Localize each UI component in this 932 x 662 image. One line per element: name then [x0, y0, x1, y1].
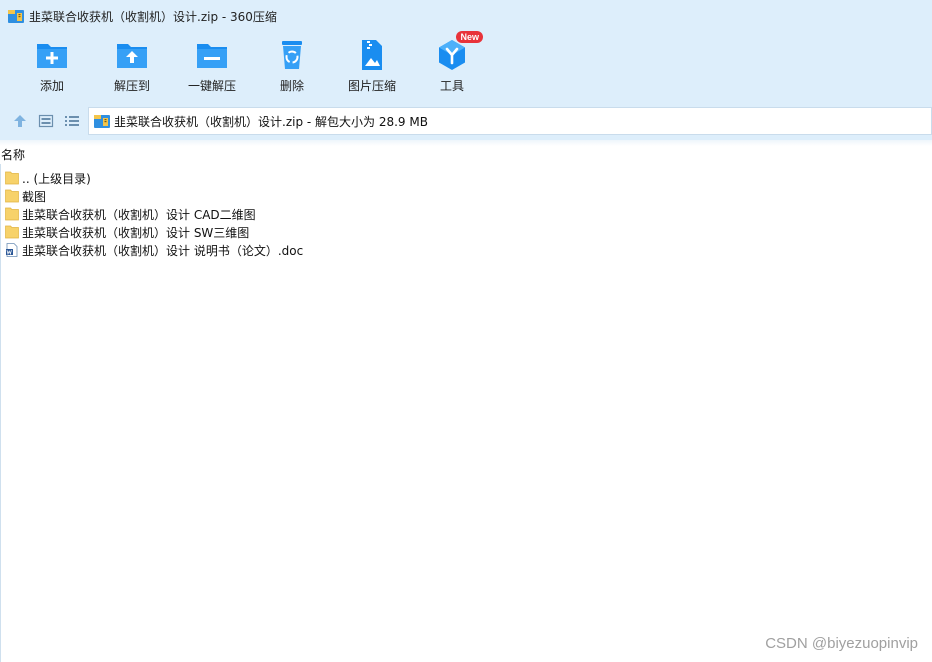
list-item-parent-dir[interactable]: .. (上级目录)	[0, 169, 932, 187]
address-text: 韭菜联合收获机（收割机）设计.zip - 解包大小为 28.9 MB	[114, 114, 428, 129]
image-compress-button[interactable]: 图片压缩	[332, 38, 412, 98]
list-item-sw-folder[interactable]: 韭菜联合收获机（收割机）设计 SW三维图	[0, 223, 932, 241]
extract-to-button[interactable]: 解压到	[92, 38, 172, 98]
word-document-icon	[6, 243, 18, 257]
archive-file-icon	[94, 115, 110, 128]
watermark: CSDN @biyezuopinvip	[765, 635, 918, 652]
extract-to-icon	[117, 44, 147, 68]
folder-icon	[5, 189, 19, 203]
image-compress-label: 图片压缩	[347, 79, 396, 93]
item-name: 韭菜联合收获机（收割机）设计 说明书（论文）.doc	[22, 243, 304, 258]
new-badge: New	[456, 31, 483, 43]
toolbar: 添加 解压到 一键解压 删除 图片压缩 New 工具	[0, 31, 932, 104]
one-click-extract-label: 一键解压	[187, 79, 236, 93]
item-name: 韭菜联合收获机（收割机）设计 SW三维图	[22, 225, 250, 240]
trash-icon	[282, 41, 302, 69]
list-item-doc[interactable]: 韭菜联合收获机（收割机）设计 说明书（论文）.doc	[0, 241, 932, 259]
title-bar: 韭菜联合收获机（收割机）设计.zip - 360压缩	[0, 0, 932, 32]
tools-button[interactable]: New 工具	[412, 31, 492, 98]
delete-label: 删除	[279, 79, 304, 93]
image-compress-icon	[362, 40, 382, 70]
delete-button[interactable]: 删除	[252, 38, 332, 98]
item-name: 韭菜联合收获机（收割机）设计 CAD二维图	[22, 207, 256, 222]
one-click-extract-icon	[197, 44, 227, 68]
up-arrow-icon[interactable]	[12, 113, 28, 129]
folder-icon	[5, 225, 19, 239]
folder-icon	[5, 207, 19, 221]
one-click-extract-button[interactable]: 一键解压	[172, 38, 252, 98]
extract-to-label: 解压到	[113, 79, 150, 93]
add-label: 添加	[39, 79, 64, 93]
folder-icon	[5, 171, 19, 185]
list-item-screenshots[interactable]: 截图	[0, 187, 932, 205]
archive-app-icon	[8, 10, 24, 23]
list-item-cad-folder[interactable]: 韭菜联合收获机（收割机）设计 CAD二维图	[0, 205, 932, 223]
address-bar[interactable]: 韭菜联合收获机（收割机）设计.zip - 解包大小为 28.9 MB	[88, 107, 932, 135]
list-view-icon[interactable]	[64, 113, 80, 129]
tools-icon-wrap: New	[435, 31, 483, 72]
app-window: 韭菜联合收获机（收割机）设计.zip - 360压缩 添加 解压到 一键解压 删…	[0, 0, 932, 662]
window-title: 韭菜联合收获机（收割机）设计.zip - 360压缩	[29, 9, 277, 24]
item-name: 截图	[22, 189, 47, 204]
item-name: .. (上级目录)	[22, 171, 91, 186]
file-list: .. (上级目录) 截图 韭菜联合收获机（收割机）设计 CAD二维图 韭菜联合收…	[0, 169, 932, 259]
column-header-name[interactable]: 名称	[0, 146, 932, 164]
add-folder-icon	[37, 44, 67, 68]
details-view-icon[interactable]	[38, 113, 54, 129]
add-button[interactable]: 添加	[12, 38, 92, 98]
tools-cube-icon	[439, 40, 465, 70]
navigation-bar: 韭菜联合收获机（收割机）设计.zip - 解包大小为 28.9 MB	[0, 104, 932, 140]
tools-label: 工具	[439, 79, 464, 93]
